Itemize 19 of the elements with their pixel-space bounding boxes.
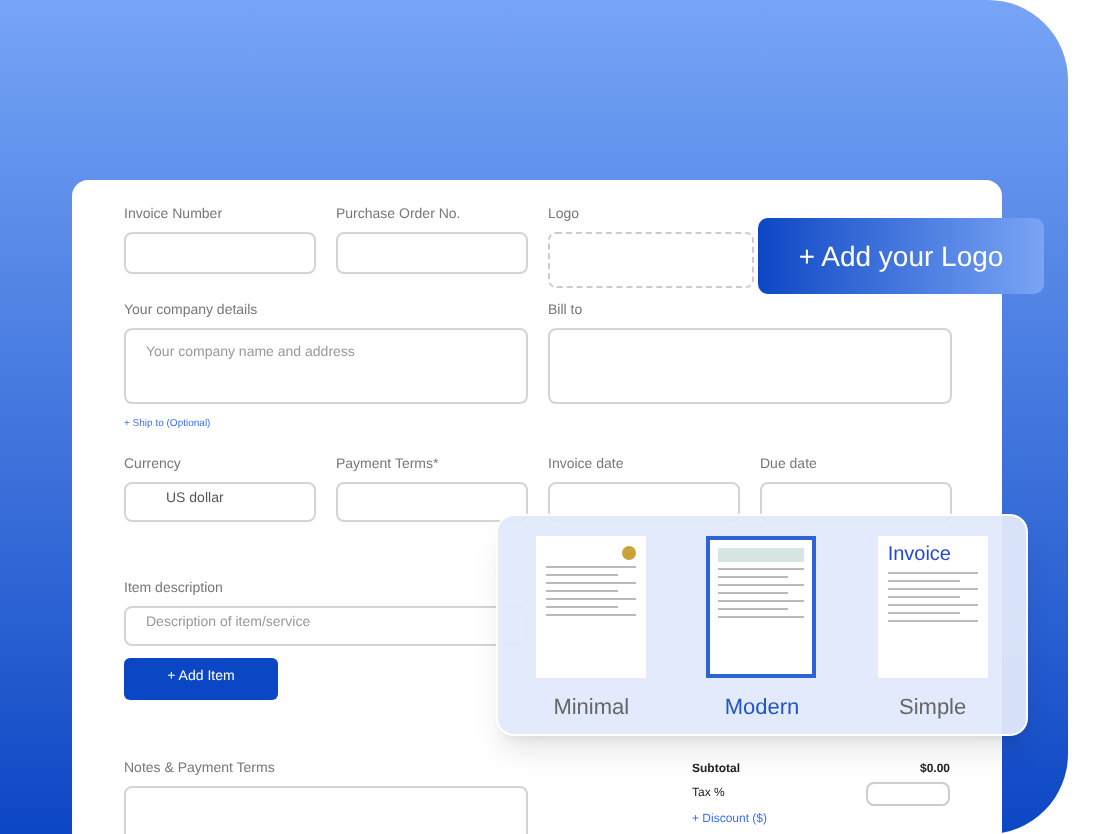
- template-thumbnail[interactable]: Invoice: [877, 536, 988, 678]
- logo-icon: [622, 546, 637, 560]
- template-name[interactable]: Simple: [899, 692, 967, 725]
- template-name[interactable]: Minimal: [553, 692, 630, 725]
- tax-input-field[interactable]: [866, 782, 950, 806]
- template-thumbnail[interactable]: [706, 536, 817, 678]
- textarea-field[interactable]: [548, 328, 952, 404]
- invoice-heading: Invoice: [887, 546, 953, 566]
- template-thumbnail[interactable]: [536, 536, 647, 678]
- header-band: [718, 548, 805, 562]
- document-lines-drawing: [718, 568, 805, 618]
- document-lines-drawing: [887, 572, 978, 622]
- logo-drop-area[interactable]: [548, 232, 754, 288]
- add-logo-button[interactable]: + Add your Logo: [758, 218, 1044, 294]
- input-field[interactable]: [124, 232, 316, 274]
- textarea-field[interactable]: [124, 785, 528, 834]
- document-lines-drawing: [546, 566, 637, 616]
- input-field[interactable]: [336, 232, 528, 274]
- template-name[interactable]: Modern: [724, 692, 800, 725]
